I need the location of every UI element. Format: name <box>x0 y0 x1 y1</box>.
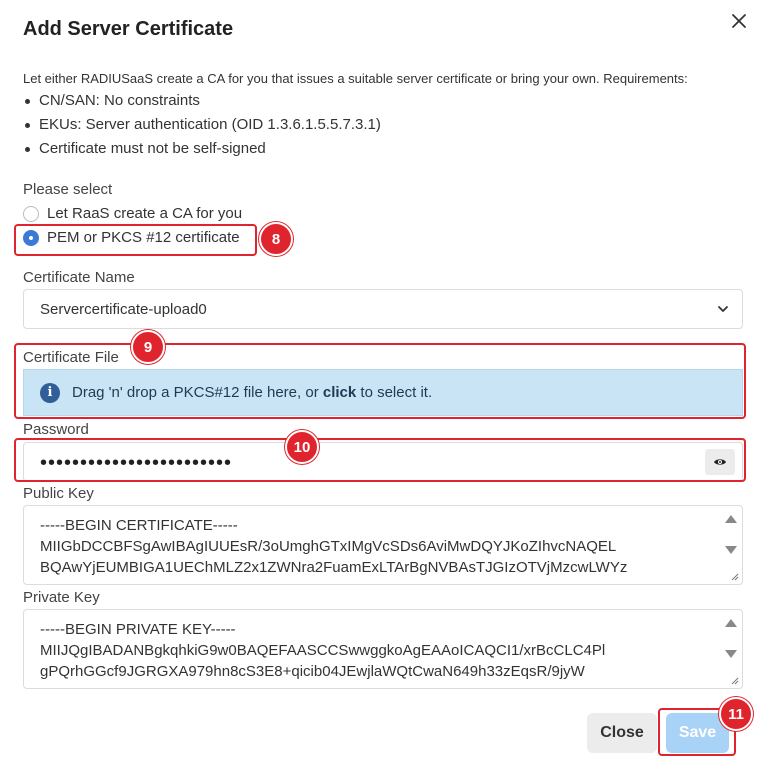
add-server-certificate-dialog: Add Server Certificate Let either RADIUS… <box>0 0 765 769</box>
scroll-down-arrow-icon[interactable] <box>725 650 737 658</box>
scroll-up-arrow-icon[interactable] <box>725 619 737 627</box>
private-key-label: Private Key <box>23 589 100 606</box>
password-label: Password <box>23 421 89 438</box>
certificate-file-dropzone[interactable]: i Drag 'n' drop a PKCS#12 file here, or … <box>23 369 743 416</box>
radio-label: Let RaaS create a CA for you <box>47 205 243 222</box>
annotation-badge-9: 9 <box>131 330 165 364</box>
radio-let-raas-create-ca[interactable]: Let RaaS create a CA for you <box>23 205 242 222</box>
eye-icon[interactable] <box>705 449 735 475</box>
password-input[interactable]: •••••••••••••••••••••••• <box>23 442 743 482</box>
private-key-textarea[interactable]: -----BEGIN PRIVATE KEY----- MIIJQgIBADAN… <box>23 609 743 689</box>
public-key-textarea[interactable]: -----BEGIN CERTIFICATE----- MIIGbDCCBFSg… <box>23 505 743 585</box>
requirement-item: EKUs: Server authentication (OID 1.3.6.1… <box>23 115 381 139</box>
requirement-item: CN/SAN: No constraints <box>23 91 381 115</box>
public-key-line: -----BEGIN CERTIFICATE----- <box>40 517 238 534</box>
requirements-list: CN/SAN: No constraints EKUs: Server auth… <box>23 91 381 163</box>
public-key-label: Public Key <box>23 485 94 502</box>
info-icon: i <box>40 382 60 403</box>
annotation-badge-10: 10 <box>285 430 319 464</box>
dialog-title: Add Server Certificate <box>23 18 234 40</box>
scroll-down-arrow-icon[interactable] <box>725 546 737 554</box>
scroll-up-arrow-icon[interactable] <box>725 515 737 523</box>
requirement-item: Certificate must not be self-signed <box>23 139 381 163</box>
close-icon[interactable] <box>728 10 750 32</box>
dropzone-text: Drag 'n' drop a PKCS#12 file here, or cl… <box>72 384 433 401</box>
dropzone-click-link[interactable]: click <box>323 384 356 401</box>
resize-grip-icon[interactable] <box>729 675 739 685</box>
certificate-name-label: Certificate Name <box>23 269 135 286</box>
radio-label: PEM or PKCS #12 certificate <box>47 229 240 246</box>
chevron-down-icon <box>718 306 728 312</box>
private-key-line: MIIJQgIBADANBgkqhkiG9w0BAQEFAASCCSwwggko… <box>40 642 606 659</box>
private-key-line: gPQrhGGcf9JGRGXA979hn8cS3E8+qicib04JEwjl… <box>40 663 585 680</box>
intro-text: Let either RADIUSaaS create a CA for you… <box>23 71 688 86</box>
certificate-file-label: Certificate File <box>23 349 119 366</box>
annotation-badge-11: 11 <box>719 697 753 731</box>
radio-button-checked[interactable] <box>23 229 39 246</box>
public-key-line: MIIGbDCCBFSgAwIBAgIUUEsR/3oUmghGTxIMgVcS… <box>40 538 617 555</box>
radio-pem-pkcs12[interactable]: PEM or PKCS #12 certificate <box>23 229 240 246</box>
close-button[interactable]: Close <box>587 713 657 753</box>
public-key-line: BQAwYjEUMBIGA1UEChMLZ2x1ZWNra2FuamExLTAr… <box>40 559 628 576</box>
please-select-label: Please select <box>23 181 113 198</box>
radio-button[interactable] <box>23 205 39 222</box>
certificate-name-select[interactable]: Servercertificate-upload0 <box>23 289 743 329</box>
annotation-badge-8: 8 <box>259 222 293 256</box>
password-masked-value: •••••••••••••••••••••••• <box>40 452 233 474</box>
resize-grip-icon[interactable] <box>729 571 739 581</box>
private-key-line: -----BEGIN PRIVATE KEY----- <box>40 621 236 638</box>
certificate-name-value: Servercertificate-upload0 <box>40 301 207 318</box>
